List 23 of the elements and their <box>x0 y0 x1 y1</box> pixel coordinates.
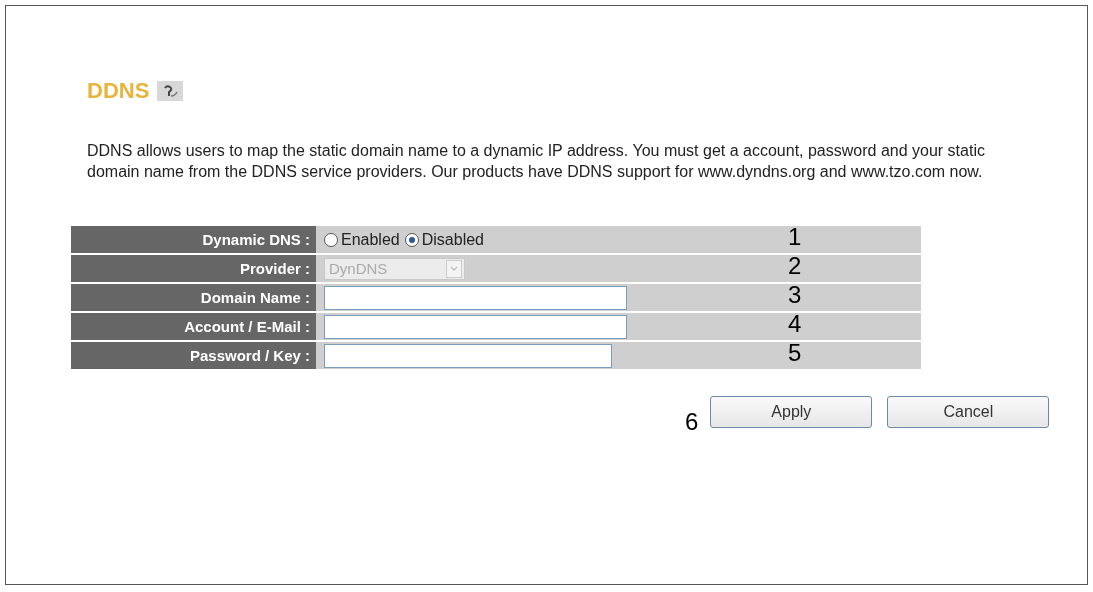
page-title: DDNS <box>87 78 150 104</box>
action-button[interactable]: Cancel <box>887 396 1050 428</box>
text-field[interactable] <box>324 343 612 368</box>
radio-label[interactable]: Disabled <box>421 230 484 249</box>
field-label: Dynamic DNS : <box>202 231 310 248</box>
callout-number: 4 <box>788 310 802 338</box>
callout-number: 6 <box>685 410 699 434</box>
callout-number: 5 <box>788 339 802 367</box>
help-icon[interactable] <box>157 81 184 101</box>
action-button[interactable]: Apply <box>710 396 873 428</box>
field-label: Account / E-Mail : <box>184 318 310 335</box>
text-field[interactable] <box>324 314 627 339</box>
radio-button[interactable] <box>324 232 338 247</box>
description-text: DDNS allows users to map the static domain name to a dynamic IP address. You must get a account, password and your static domain name from the DDNS service providers. Our products have DDNS support for www.dyndns.org and www.tzo.com now. <box>87 141 986 182</box>
callout-number: 1 <box>788 223 802 251</box>
callout-number: 2 <box>788 252 802 280</box>
callout-number: 3 <box>788 281 802 309</box>
field-label: Provider : <box>239 260 310 277</box>
field-label: Password / Key : <box>189 347 310 364</box>
field-label: Domain Name : <box>200 289 310 306</box>
radio-button[interactable] <box>404 232 419 247</box>
radio-label[interactable]: Enabled <box>341 230 400 249</box>
text-field[interactable] <box>324 285 627 310</box>
